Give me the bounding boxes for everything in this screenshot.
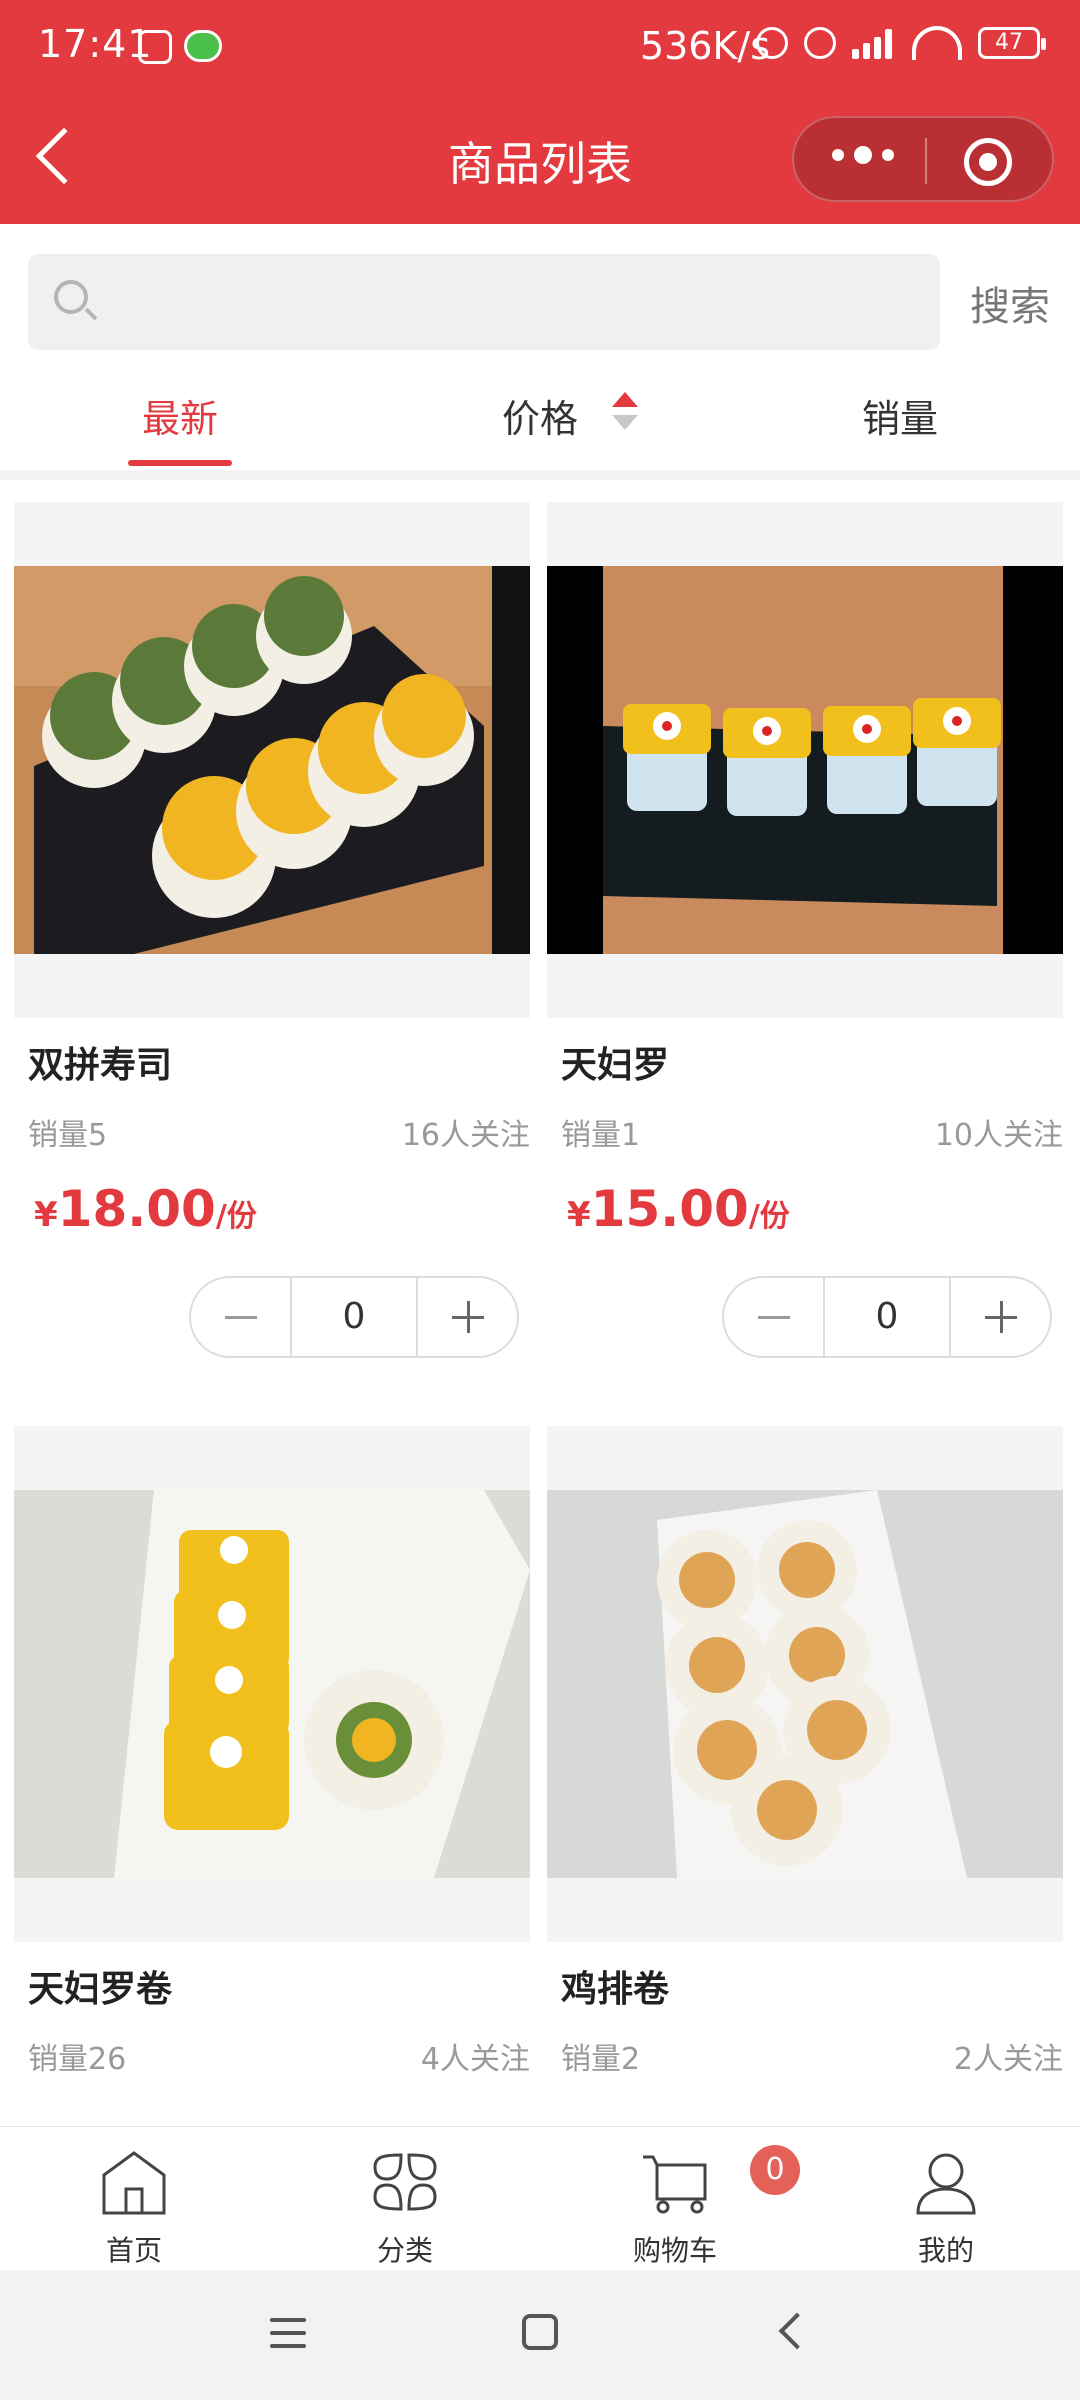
product-grid: 双拼寿司 销量5 16人关注 ¥18.00/份 0 天妇罗 销量1 10人关注 … <box>0 480 1080 2126</box>
tab-price[interactable]: 价格 <box>502 388 578 443</box>
product-followers: 4人关注 <box>420 2042 530 2077</box>
miniprogram-capsule <box>792 116 1054 202</box>
sushi-image <box>547 566 1063 954</box>
decrease-button[interactable] <box>724 1278 823 1356</box>
price-value: 15.00 <box>590 1180 749 1238</box>
product-image[interactable] <box>14 1426 530 1942</box>
product-sales: 销量26 <box>28 2042 127 2077</box>
quantity-value[interactable]: 0 <box>823 1278 951 1356</box>
top-bar: 17:41 536K/s 47 商品列表 <box>0 0 1080 224</box>
category-icon <box>373 2153 437 2211</box>
product-price: ¥18.00/份 <box>34 1180 257 1238</box>
product-name[interactable]: 鸡排卷 <box>561 1960 669 2012</box>
product-price: ¥15.00/份 <box>567 1180 790 1238</box>
price-currency: ¥ <box>567 1195 591 1235</box>
signal-icon <box>852 27 896 59</box>
tab-label: 购物车 <box>632 2234 717 2267</box>
price-currency: ¥ <box>34 1195 58 1235</box>
quantity-stepper: 0 <box>189 1276 519 1358</box>
product-sales: 销量1 <box>561 1118 641 1153</box>
system-nav-bar <box>0 2270 1080 2400</box>
app-screen: 17:41 536K/s 47 商品列表 搜索 最新 价格 销量 双拼寿司 销量… <box>0 0 1080 2400</box>
product-name[interactable]: 天妇罗卷 <box>28 1960 172 2012</box>
user-icon <box>916 2153 976 2215</box>
tab-label: 我的 <box>917 2234 974 2267</box>
tab-label: 首页 <box>105 2234 162 2267</box>
tab-sales[interactable]: 销量 <box>862 388 938 443</box>
wechat-icon <box>184 30 222 62</box>
product-name[interactable]: 天妇罗 <box>561 1036 669 1088</box>
product-followers: 2人关注 <box>953 2042 1063 2077</box>
back-button-icon[interactable] <box>778 2312 816 2350</box>
search-button[interactable]: 搜索 <box>970 274 1050 332</box>
increase-button[interactable] <box>418 1278 517 1356</box>
product-card[interactable]: 双拼寿司 销量5 16人关注 ¥18.00/份 0 <box>14 480 530 1380</box>
active-tab-indicator <box>128 460 232 466</box>
search-input[interactable] <box>110 274 910 330</box>
home-button-icon[interactable] <box>522 2314 558 2350</box>
sushi-image <box>547 1490 1063 1878</box>
search-icon <box>54 280 88 314</box>
product-image[interactable] <box>547 502 1063 1018</box>
cart-icon <box>643 2155 707 2214</box>
capsule-divider <box>925 138 927 184</box>
sort-ascending-icon <box>612 392 638 407</box>
alarm-icon <box>804 27 836 59</box>
status-time: 17:41 <box>38 22 153 66</box>
search-bar: 搜索 <box>0 224 1080 364</box>
product-name[interactable]: 双拼寿司 <box>28 1036 172 1088</box>
close-miniprogram-icon[interactable] <box>964 138 1012 186</box>
sort-descending-icon <box>612 415 638 430</box>
nav-header: 商品列表 <box>0 96 1080 224</box>
network-speed: 536K/s <box>639 24 770 68</box>
decrease-button[interactable] <box>191 1278 290 1356</box>
price-unit: /份 <box>215 1199 257 1234</box>
quantity-value[interactable]: 0 <box>290 1278 418 1356</box>
battery-icon: 47 <box>978 27 1046 59</box>
price-value: 18.00 <box>57 1180 216 1238</box>
battery-level: 47 <box>995 30 1023 55</box>
product-followers: 16人关注 <box>401 1118 530 1153</box>
price-unit: /份 <box>748 1199 790 1234</box>
mute-icon <box>756 27 788 59</box>
tab-newest[interactable]: 最新 <box>142 388 218 443</box>
quantity-stepper: 0 <box>722 1276 1052 1358</box>
product-sales: 销量2 <box>561 2042 641 2077</box>
bottom-tab-bar: 首页 分类 购物车 0 我的 <box>0 2126 1080 2270</box>
product-image[interactable] <box>14 502 530 1018</box>
home-icon <box>102 2151 166 2215</box>
product-sales: 销量5 <box>28 1118 108 1153</box>
status-bar: 17:41 536K/s 47 <box>0 0 1080 96</box>
product-card[interactable]: 鸡排卷 销量2 2人关注 <box>547 1404 1063 2126</box>
product-image[interactable] <box>547 1426 1063 1942</box>
message-icon <box>138 30 172 64</box>
search-box[interactable] <box>28 254 940 350</box>
increase-button[interactable] <box>951 1278 1050 1356</box>
more-icon[interactable] <box>832 146 894 164</box>
sushi-image <box>14 1490 530 1878</box>
sort-arrows-icon[interactable] <box>612 392 638 430</box>
product-card[interactable]: 天妇罗 销量1 10人关注 ¥15.00/份 0 <box>547 480 1063 1380</box>
recent-apps-icon[interactable] <box>270 2318 306 2357</box>
notification-icons <box>138 30 222 64</box>
sushi-image <box>14 566 530 954</box>
cart-badge: 0 <box>750 2145 800 2195</box>
system-icons: 47 <box>756 26 1046 60</box>
sort-tabs: 最新 价格 销量 <box>0 364 1080 470</box>
product-followers: 10人关注 <box>934 1118 1063 1153</box>
wifi-icon <box>912 26 962 60</box>
product-card[interactable]: 天妇罗卷 销量26 4人关注 <box>14 1404 530 2126</box>
tab-label: 分类 <box>376 2234 433 2267</box>
